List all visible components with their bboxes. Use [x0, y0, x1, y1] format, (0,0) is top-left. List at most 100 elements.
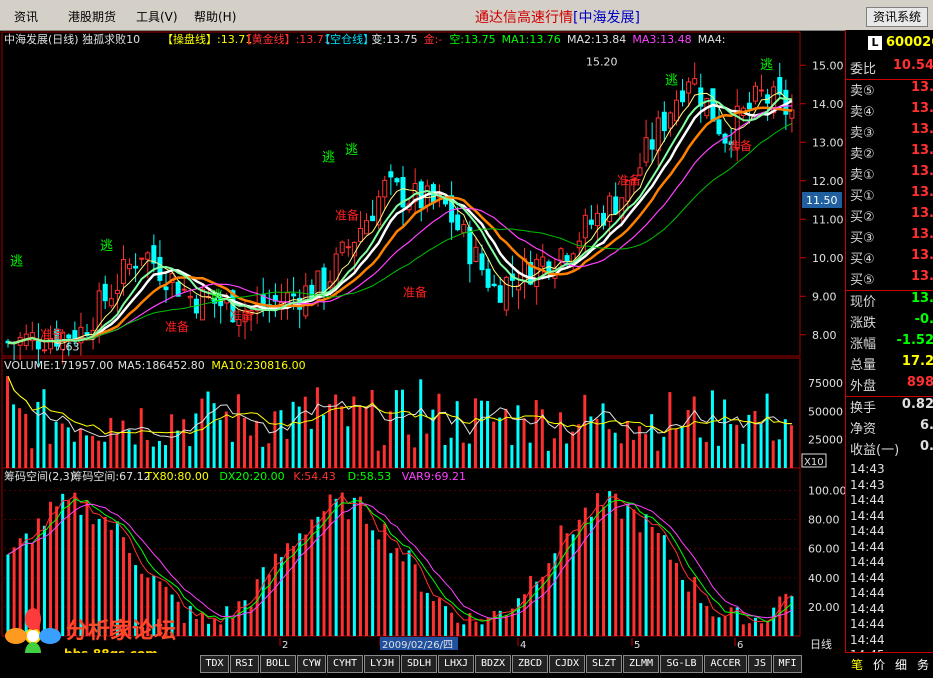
chip-bar [456, 622, 460, 636]
volume-bar [243, 417, 246, 468]
indicator-tab-sg-lb[interactable]: SG-LB [660, 655, 703, 673]
volume-bar [230, 441, 234, 468]
candle-body [364, 220, 370, 235]
tick-time: 14:44 [850, 617, 885, 631]
chip-bar [474, 621, 478, 636]
volume-bar [413, 447, 417, 468]
tick-time: 14:44 [850, 570, 885, 585]
volume-bar [261, 446, 265, 468]
indicator-tab-js[interactable]: JS [748, 655, 772, 673]
indicator-tab-lyjh[interactable]: LYJH [364, 655, 400, 673]
candle-body [370, 215, 376, 222]
chip-header-item: D:58.53 [348, 470, 392, 483]
candle-body [291, 293, 297, 297]
quote-row-label: 收益(一) [850, 443, 900, 458]
tab-ticks[interactable]: 笔 [851, 656, 863, 673]
date-label: 4 [520, 640, 526, 651]
candle-body [716, 119, 722, 135]
chip-bar [407, 550, 411, 636]
ma-line [7, 91, 793, 344]
candle-body [102, 283, 108, 302]
volume-ma5-line [7, 376, 792, 438]
indicator-tab-accer[interactable]: ACCER [704, 655, 747, 673]
chip-bar [644, 514, 648, 636]
indicator-tab-lhxj[interactable]: LHXJ [438, 655, 474, 673]
tick-time: 14:44 [850, 539, 885, 554]
volume-bar [303, 396, 307, 468]
menu-tools[interactable]: 工具(V) [136, 8, 178, 25]
indicator-tab-zbcd[interactable]: ZBCD [512, 655, 548, 673]
quote-row: 买⑤ 13. [850, 269, 933, 290]
volume-bar [583, 394, 587, 468]
volume-header-item: MA10:230816.00 [211, 359, 305, 372]
quote-row-value: 13. [910, 122, 933, 137]
chart-canvas[interactable]: 中海发展(日线) 独孤求败10 【操盘线】:13.71【黄金线】:13.71【空仓… [0, 30, 845, 653]
chip-axis-label: 60.00 [808, 543, 840, 556]
chip-bar [760, 623, 764, 636]
indicator-tab-bdzx[interactable]: BDZX [475, 655, 511, 673]
chip-bar [753, 617, 757, 636]
indicator-tab-zlmm[interactable]: ZLMM [623, 655, 659, 673]
candle-body [114, 289, 120, 295]
volume-bar [692, 396, 696, 468]
quote-row: 总量 17.2 [850, 354, 933, 375]
chip-axis-label: 20.00 [808, 601, 840, 614]
quote-row-label: 买① [850, 189, 875, 204]
candle-body [388, 171, 394, 178]
volume-bar [273, 411, 277, 468]
indicator-tab-rsi[interactable]: RSI [230, 655, 259, 673]
chip-bar [249, 606, 253, 636]
l-badge-icon[interactable]: L [868, 36, 882, 50]
indicator-tab-sdlh[interactable]: SDLH [401, 655, 437, 673]
chip-bar [383, 523, 387, 636]
prepare-signal-label: 准备 [728, 139, 752, 153]
indicator-tab-boll[interactable]: BOLL [260, 655, 296, 673]
quote-row-label: 涨跌 [850, 316, 877, 331]
tab-finance[interactable]: 务 [917, 656, 929, 673]
chip-header-item: 筹码空间:67.12 [71, 469, 150, 483]
chip-bar [450, 612, 454, 636]
k-axis-label: 10.00 [812, 252, 844, 265]
ma-line [7, 99, 793, 345]
indicator-tab-cjdx[interactable]: CJDX [549, 655, 585, 673]
volume-bar [24, 413, 28, 468]
quote-row-value: 13. [910, 143, 933, 158]
chip-bar [632, 509, 636, 636]
candle-body [133, 265, 139, 269]
indicator-tab-cyht[interactable]: CYHT [327, 655, 363, 673]
candle-body [187, 295, 193, 299]
indicator-tab-mfi[interactable]: MFI [773, 655, 802, 673]
menu-hk-futures[interactable]: 港股期货 [68, 8, 116, 25]
quote-row-value: 13. [910, 185, 933, 200]
quote-row: 卖② 13. [850, 143, 933, 164]
quote-row: 卖⑤ 13. [850, 80, 933, 101]
indicator-tab-slzt[interactable]: SLZT [586, 655, 622, 673]
tab-price[interactable]: 价 [873, 656, 885, 673]
indicator-tab-tdx[interactable]: TDX [200, 655, 229, 673]
quote-row-label: 卖① [850, 168, 875, 183]
tab-detail[interactable]: 细 [895, 656, 907, 673]
k-header-item: 金:- [424, 32, 443, 46]
menu-help[interactable]: 帮助(H) [194, 8, 236, 25]
quote-row: 买③ 13. [850, 227, 933, 248]
tick-time: 14:43 [850, 477, 885, 492]
chip-bar [766, 622, 770, 636]
news-system-button[interactable]: 资讯系统 [866, 7, 928, 27]
candle-body [576, 240, 582, 249]
candle-body [345, 246, 351, 249]
volume-bar [91, 435, 95, 468]
chip-bar [322, 511, 326, 636]
prepare-signal-label: 准备 [230, 308, 254, 322]
volume-bar [194, 413, 198, 468]
candle-body [376, 196, 382, 226]
chip-bar [559, 525, 563, 636]
volume-bar [109, 417, 113, 468]
chip-bar [346, 519, 350, 636]
volume-bar [218, 419, 222, 468]
menu-news[interactable]: 资讯 [14, 8, 38, 25]
tick-time: 14:44 [850, 601, 885, 616]
indicator-tab-cyw[interactable]: CYW [297, 655, 326, 673]
candle-body [479, 253, 485, 271]
volume-bar [151, 446, 155, 468]
quote-row: 换手 0.82 [850, 397, 933, 418]
